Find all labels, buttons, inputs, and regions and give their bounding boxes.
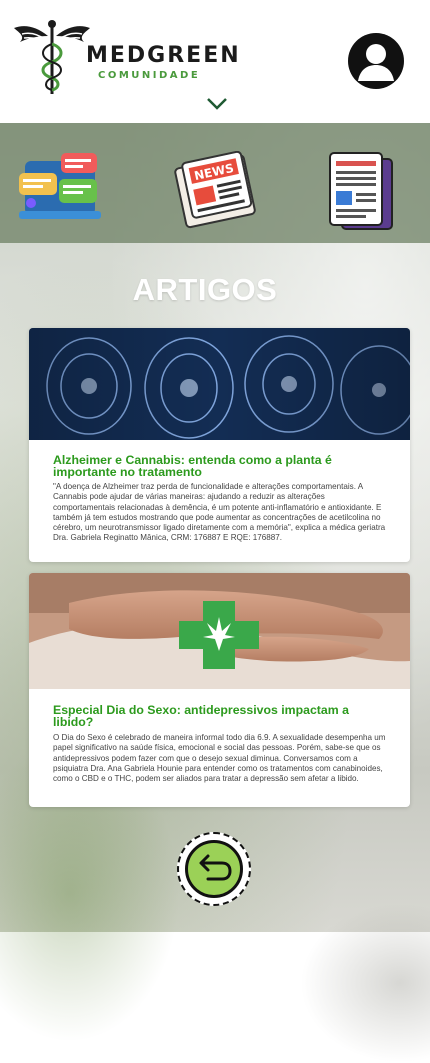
user-avatar-icon[interactable] — [348, 33, 404, 89]
article-image-hands-cannabis-cross — [29, 573, 410, 689]
article-card[interactable]: Alzheimer e Cannabis: entenda como a pla… — [29, 328, 410, 562]
chevron-down-icon[interactable] — [206, 96, 228, 112]
medgreen-logo[interactable]: MEDGREEN COMUNIDADE — [12, 18, 239, 98]
logo-subtitle: COMUNIDADE — [98, 70, 201, 81]
return-arrow-icon — [185, 840, 243, 898]
article-excerpt: "A doença de Alzheimer traz perda de fun… — [53, 482, 386, 543]
newspaper-icon[interactable]: NEWS — [174, 151, 258, 231]
article-card[interactable]: Especial Dia do Sexo: antidepressivos im… — [29, 573, 410, 807]
chat-bubbles-icon[interactable] — [17, 151, 101, 231]
document-icon[interactable] — [318, 151, 402, 231]
page-title: ARTIGOS — [132, 272, 278, 307]
article-image-brain-scan — [29, 328, 410, 440]
logo-title: MEDGREEN — [86, 43, 241, 68]
back-button[interactable] — [177, 832, 251, 906]
article-excerpt: O Dia do Sexo é celebrado de maneira inf… — [53, 733, 386, 784]
article-title[interactable]: Especial Dia do Sexo: antidepressivos im… — [53, 704, 388, 728]
category-bar: NEWS — [0, 123, 430, 243]
app-header: MEDGREEN COMUNIDADE — [0, 0, 430, 123]
caduceus-logo-icon — [14, 20, 90, 94]
article-title[interactable]: Alzheimer e Cannabis: entenda como a pla… — [53, 454, 388, 478]
